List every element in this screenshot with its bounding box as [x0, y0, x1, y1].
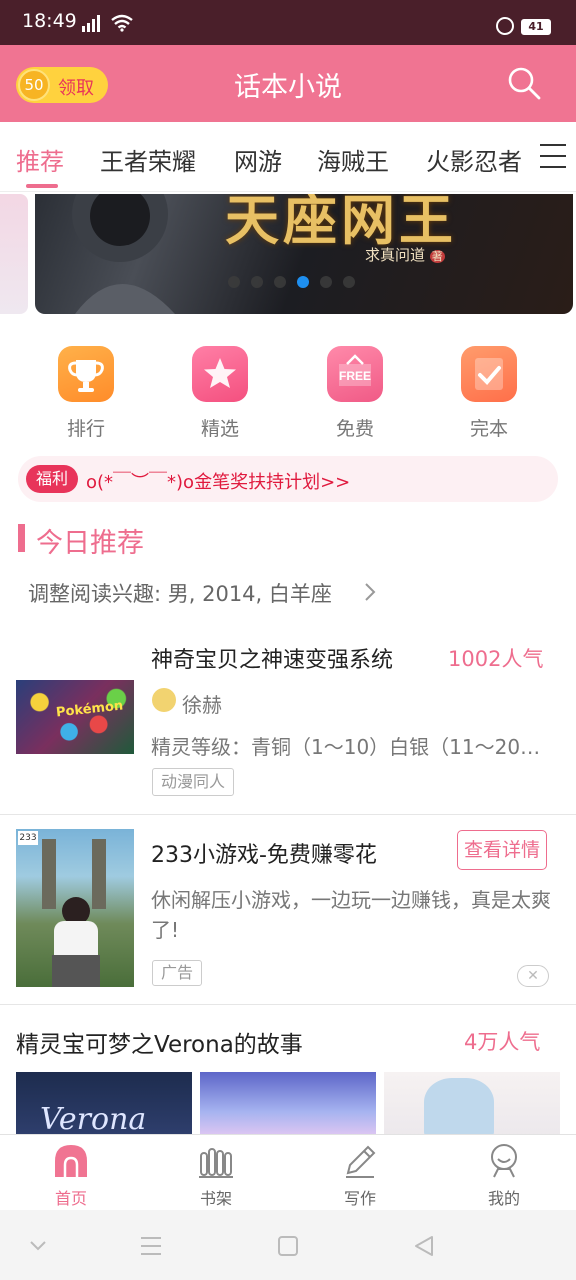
book-popularity: 1002人气	[448, 647, 544, 671]
carousel-dot[interactable]	[274, 276, 286, 288]
tab-honor-of-kings[interactable]: 王者荣耀	[100, 142, 196, 177]
carousel-dot[interactable]	[320, 276, 332, 288]
nav-label: 我的	[487, 1189, 520, 1208]
category-completed[interactable]: 完本	[439, 346, 539, 441]
home-square-icon[interactable]	[277, 1235, 299, 1257]
carousel-dot[interactable]	[228, 276, 240, 288]
nav-label: 首页	[54, 1189, 87, 1208]
notification-icon	[496, 17, 514, 35]
section-marker	[18, 524, 25, 552]
category-ranking[interactable]: 排行	[36, 346, 136, 441]
book-cover[interactable]: Pokémon	[16, 680, 134, 754]
search-icon[interactable]	[506, 65, 542, 101]
app-title: 话本小说	[234, 72, 342, 103]
book-title[interactable]: 神奇宝贝之神速变强系统	[151, 642, 393, 674]
bottom-navigation: 首页 书架 写作 我的	[0, 1134, 576, 1210]
home-icon	[53, 1143, 89, 1179]
banner-author-mark: 著	[429, 250, 445, 263]
nav-write[interactable]: 写作	[310, 1143, 410, 1209]
banner-author: 求真问道 著	[365, 244, 445, 265]
nav-label: 书架	[199, 1189, 232, 1208]
back-icon[interactable]	[413, 1234, 435, 1258]
divider	[0, 814, 576, 815]
divider	[0, 1004, 576, 1005]
ad-title[interactable]: 233小游戏-免费赚零花	[151, 837, 377, 869]
chevron-down-icon[interactable]	[28, 1239, 48, 1253]
banner-prev-peek[interactable]	[0, 194, 28, 314]
system-navigation-bar	[0, 1210, 576, 1280]
book-cover-thumb[interactable]: Verona	[16, 1072, 192, 1138]
ad-badge: 233	[18, 831, 38, 845]
status-time: 18:49	[22, 10, 77, 32]
banner-character-art	[72, 194, 175, 314]
free-icon-text: FREE	[339, 369, 371, 383]
nav-profile[interactable]: 我的	[454, 1143, 554, 1209]
app-header: 50 领取 话本小说	[0, 45, 576, 122]
tab-one-piece[interactable]: 海贼王	[317, 142, 389, 177]
tab-online-games[interactable]: 网游	[234, 142, 282, 177]
battery-icon: 41	[521, 19, 551, 35]
carousel-dot-active[interactable]	[297, 276, 309, 288]
ad-pillar	[42, 839, 56, 909]
author-avatar	[152, 688, 176, 712]
ad-pillar	[92, 839, 106, 909]
book-title[interactable]: 精灵宝可梦之Verona的故事	[16, 1025, 303, 1059]
free-icon: FREE	[327, 346, 383, 402]
category-label: 免费	[335, 418, 374, 440]
close-ad-button[interactable]: ✕	[517, 965, 549, 987]
book-cover-text: Pokémon	[55, 698, 124, 721]
chevron-right-icon[interactable]	[363, 582, 377, 602]
trophy-icon	[58, 346, 114, 402]
status-bar: 18:49 41	[0, 0, 576, 45]
bookshelf-icon	[198, 1143, 234, 1179]
pencil-icon	[342, 1143, 378, 1179]
welfare-tag: 福利	[26, 465, 79, 493]
menu-icon[interactable]	[540, 144, 566, 168]
book-tag[interactable]: 动漫同人	[152, 768, 235, 796]
carousel-dot[interactable]	[251, 276, 263, 288]
profile-icon	[486, 1143, 522, 1179]
star-icon	[192, 346, 248, 402]
nav-label: 写作	[343, 1189, 376, 1208]
book-cover-thumb[interactable]	[200, 1072, 376, 1138]
tab-naruto[interactable]: 火影忍者	[426, 142, 522, 177]
welfare-text: o(*￣︶￣*)o金笔奖扶持计划>>	[86, 472, 351, 493]
category-label: 完本	[469, 418, 508, 440]
category-free[interactable]: FREE 免费	[305, 346, 405, 441]
signal-icon	[82, 15, 100, 32]
check-icon	[461, 346, 517, 402]
nav-home[interactable]: 首页	[21, 1143, 121, 1209]
book-author: 徐赫	[182, 693, 222, 717]
section-title: 今日推荐	[36, 528, 144, 559]
welfare-banner[interactable]: 福利 o(*￣︶￣*)o金笔奖扶持计划>>	[18, 456, 558, 502]
reading-preferences-link[interactable]: 调整阅读兴趣: 男, 2014, 白羊座	[28, 578, 332, 608]
ad-figure-skirt	[52, 955, 100, 987]
category-label: 精选	[200, 418, 239, 440]
category-tabs: 推荐 王者荣耀 网游 海贼王 火影忍者	[0, 122, 576, 192]
book-cover-thumb[interactable]	[384, 1072, 560, 1138]
ad-description: 休闲解压小游戏，一边玩一边赚钱，真是太爽了!	[151, 888, 551, 942]
book-popularity: 4万人气	[464, 1030, 541, 1054]
wifi-icon	[111, 14, 133, 32]
carousel-dots	[228, 273, 366, 292]
category-label: 排行	[66, 418, 105, 440]
thumb-character-art	[424, 1078, 494, 1138]
tab-recommend[interactable]: 推荐	[16, 142, 64, 177]
tab-indicator	[26, 184, 58, 188]
category-featured[interactable]: 精选	[170, 346, 270, 441]
carousel-dot[interactable]	[343, 276, 355, 288]
book-description: 精灵等级：青铜（1～10）白银（11～20）黄金……	[151, 735, 558, 759]
thumb-title-art: Verona	[40, 1102, 147, 1137]
ad-label: 广告	[152, 960, 203, 986]
nav-bookshelf[interactable]: 书架	[166, 1143, 266, 1209]
banner-carousel[interactable]: 天座网王 求真问道 著	[35, 194, 573, 314]
view-details-button[interactable]: 查看详情	[457, 830, 547, 870]
ad-image[interactable]: 233	[16, 829, 134, 987]
menu-icon[interactable]	[139, 1235, 163, 1257]
banner-author-name: 求真问道	[365, 246, 426, 264]
